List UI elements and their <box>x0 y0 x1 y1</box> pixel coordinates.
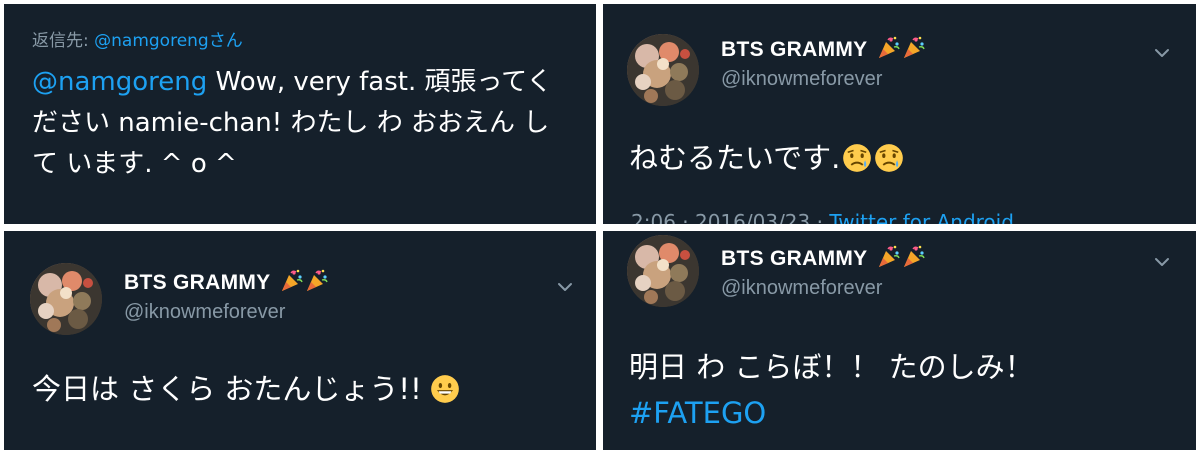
author-block[interactable]: BTS GRAMMY @iknowmeforever <box>721 245 926 300</box>
tweet-source-link[interactable]: Twitter for Android <box>829 210 1014 224</box>
tweet-panel-3: BTS GRAMMY @iknowmeforever 今日は さくら おたんじょ… <box>4 231 596 450</box>
party-popper-icon <box>902 36 925 59</box>
reply-context: 返信先: @namgorengさん <box>32 26 243 51</box>
tweet-text-content: 今日は さくら おたんじょう!! <box>32 372 422 406</box>
tweet-text: ねむるたいです. <box>629 136 905 180</box>
party-popper-icon <box>902 245 925 268</box>
tweet-timestamp[interactable]: 2:06 · 2016/03/23 · <box>631 210 829 224</box>
display-name: BTS GRAMMY <box>721 247 868 270</box>
chevron-down-icon[interactable] <box>556 278 574 296</box>
sad-relieved-face-icon <box>874 143 905 173</box>
chevron-down-icon[interactable] <box>1153 253 1171 271</box>
chevron-down-icon[interactable] <box>1153 44 1171 62</box>
author-block[interactable]: BTS GRAMMY @iknowmeforever <box>124 269 329 324</box>
hashtag-line: #FATEGO <box>629 391 766 435</box>
tweet-text-content: ねむるたいです. <box>629 141 841 175</box>
tweet-text: 今日は さくら おたんじょう!! <box>32 367 460 411</box>
username: @iknowmeforever <box>721 68 883 90</box>
tweet-text: @namgoreng Wow, very fast. 頑張ってください nami… <box>32 62 572 185</box>
hashtag-link[interactable]: #FATEGO <box>629 396 766 430</box>
reply-prefix: 返信先: <box>32 31 95 51</box>
tweet-panel-2: BTS GRAMMY @iknowmeforever ねむるたいです. 2:06… <box>603 4 1196 224</box>
tweet-meta: 2:06 · 2016/03/23 · Twitter for Android <box>631 210 1014 224</box>
party-popper-icon <box>280 269 303 292</box>
party-popper-icon <box>877 36 900 59</box>
avatar[interactable] <box>627 34 699 106</box>
avatar[interactable] <box>30 263 102 335</box>
tweet-text: 明日 わ こらぼ！！ たのしみ！ <box>629 345 1034 389</box>
username: @iknowmeforever <box>124 301 286 323</box>
party-popper-icon <box>877 245 900 268</box>
reply-handle-link[interactable]: @namgorengさん <box>94 31 243 51</box>
author-block[interactable]: BTS GRAMMY @iknowmeforever <box>721 36 926 91</box>
tweet-text-content: 明日 わ こらぼ！！ たのしみ！ <box>629 350 1034 384</box>
username: @iknowmeforever <box>721 277 883 299</box>
display-name: BTS GRAMMY <box>124 271 271 294</box>
sad-relieved-face-icon <box>842 143 873 173</box>
tweet-panel-reply: 返信先: @namgorengさん @namgoreng Wow, very f… <box>4 4 596 224</box>
tweet-panel-4: BTS GRAMMY @iknowmeforever 明日 わ こらぼ！！ たの… <box>603 231 1196 450</box>
display-name: BTS GRAMMY <box>721 38 868 61</box>
grinning-face-icon <box>430 375 459 403</box>
party-popper-icon <box>305 269 328 292</box>
avatar[interactable] <box>627 235 699 307</box>
mention-link[interactable]: @namgoreng <box>32 67 207 97</box>
